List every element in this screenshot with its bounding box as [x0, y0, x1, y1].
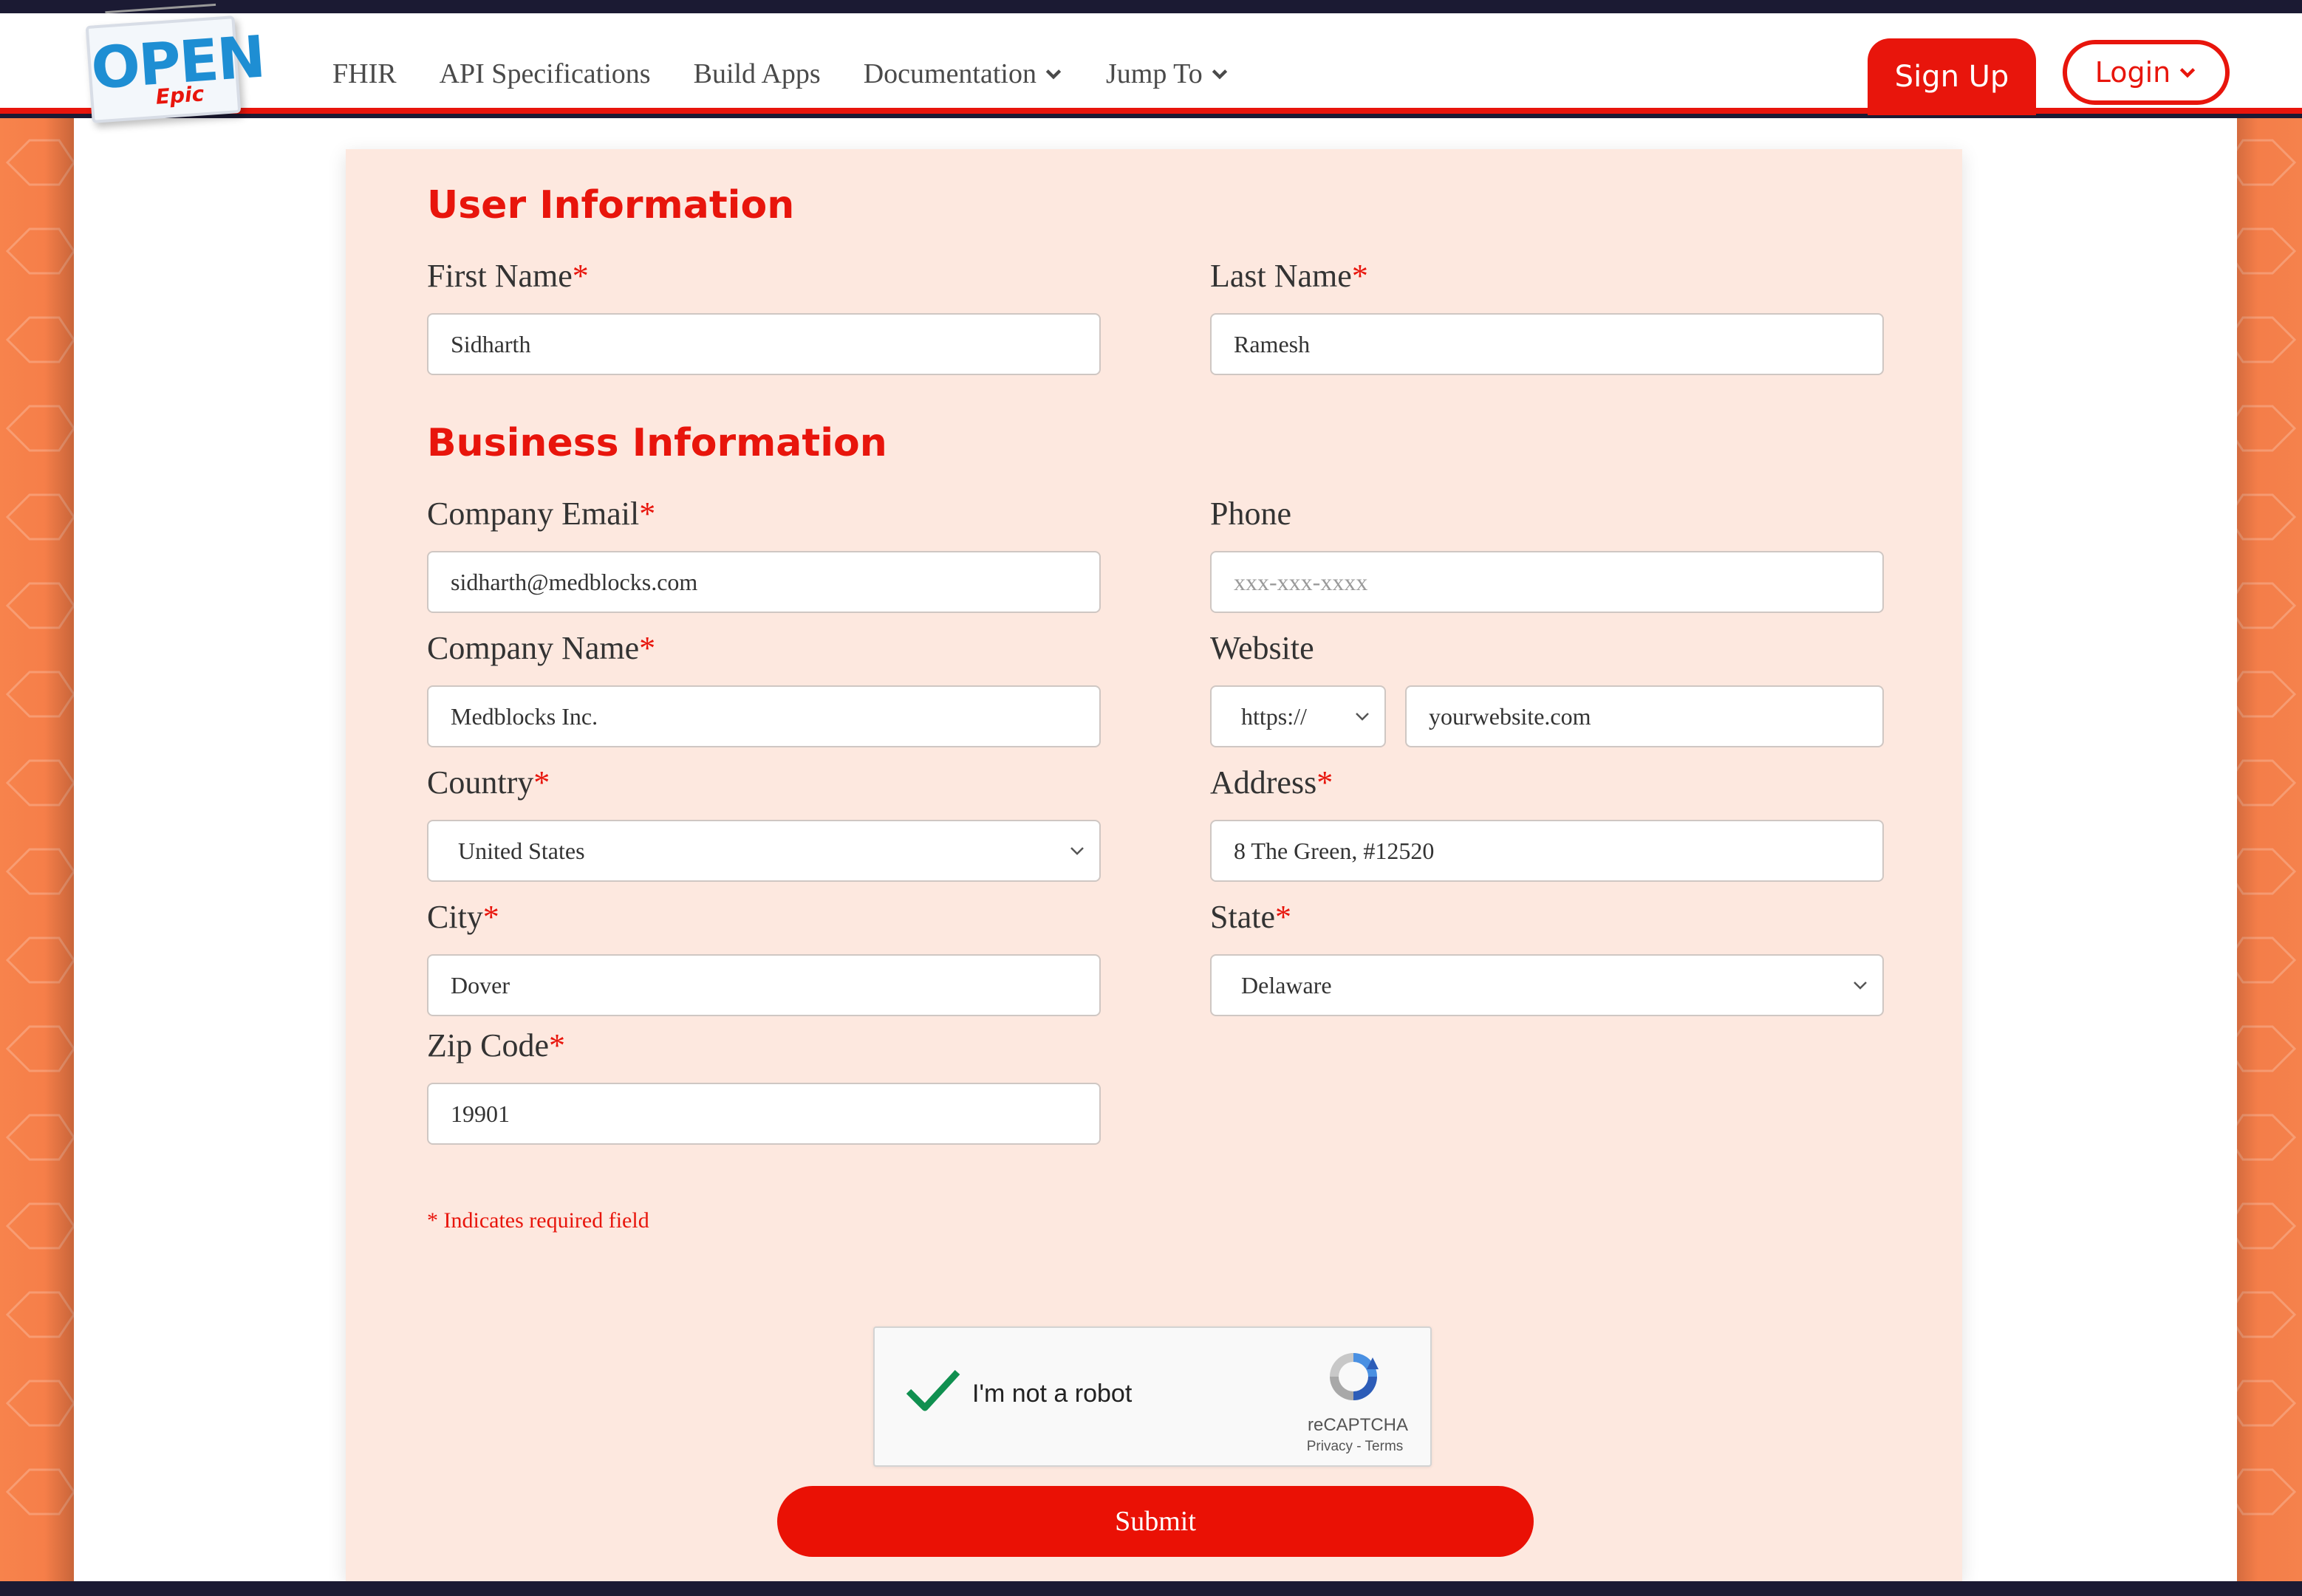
recaptcha-label: I'm not a robot	[972, 1380, 1133, 1408]
chevron-down-icon	[1356, 713, 1369, 721]
website-protocol-select[interactable]: https://	[1210, 685, 1386, 747]
nav-jump-to-label: Jump To	[1105, 58, 1203, 89]
shadow-left	[44, 118, 74, 1581]
nav-build-apps[interactable]: Build Apps	[694, 58, 821, 90]
checkmark-icon[interactable]	[904, 1368, 960, 1412]
submit-label: Submit	[1115, 1506, 1196, 1537]
signup-form-card: User Information First Name* Sidharth La…	[346, 149, 1962, 1581]
first-name-label: First Name*	[427, 258, 589, 294]
company-email-label: Company Email*	[427, 496, 656, 532]
company-email-input[interactable]: sidharth@medblocks.com	[427, 551, 1101, 613]
site-header: OPEN Epic FHIR API Specifications Build …	[0, 3, 2302, 123]
company-name-label: Company Name*	[427, 630, 656, 666]
state-label: State*	[1210, 899, 1291, 935]
required-field-note: * Indicates required field	[427, 1208, 649, 1233]
state-value: Delaware	[1241, 971, 1332, 999]
nav-api-specifications-label: API Specifications	[439, 58, 651, 89]
company-name-input[interactable]: Medblocks Inc.	[427, 685, 1101, 747]
chevron-down-icon	[1045, 69, 1062, 80]
nav-documentation[interactable]: Documentation	[864, 58, 1063, 90]
first-name-input[interactable]: Sidharth	[427, 313, 1101, 375]
country-value: United States	[458, 837, 585, 864]
recaptcha-brand: reCAPTCHA	[1308, 1415, 1409, 1435]
city-input[interactable]: Dover	[427, 954, 1101, 1016]
chevron-down-icon	[1854, 982, 1867, 990]
chevron-down-icon	[2180, 68, 2196, 78]
nav-fhir[interactable]: FHIR	[332, 58, 397, 90]
bottom-window-strip	[0, 1581, 2302, 1596]
open-epic-logo[interactable]: OPEN Epic	[85, 3, 266, 123]
submit-button[interactable]: Submit	[777, 1486, 1534, 1557]
state-select[interactable]: Delaware	[1210, 954, 1884, 1016]
main-nav: FHIR API Specifications Build Apps Docum…	[332, 58, 1229, 90]
nav-fhir-label: FHIR	[332, 58, 397, 89]
nav-documentation-label: Documentation	[863, 58, 1036, 89]
user-information-heading: User Information	[427, 183, 795, 227]
recaptcha-privacy-terms[interactable]: Privacy - Terms	[1296, 1439, 1414, 1455]
recaptcha-icon	[1330, 1353, 1379, 1400]
phone-label: Phone	[1210, 496, 1291, 532]
website-protocol-value: https://	[1241, 702, 1307, 730]
website-input[interactable]: yourwebsite.com	[1405, 685, 1884, 747]
address-label: Address*	[1210, 764, 1333, 801]
website-label: Website	[1210, 630, 1314, 666]
country-label: Country*	[427, 764, 550, 801]
login-button[interactable]: Login	[2063, 40, 2230, 105]
recaptcha-widget[interactable]: I'm not a robot reCAPTCHA Privacy - Term…	[873, 1326, 1432, 1467]
address-input[interactable]: 8 The Green, #12520	[1210, 820, 1884, 882]
sign-up-label: Sign Up	[1894, 60, 2009, 94]
zip-code-input[interactable]: 19901	[427, 1083, 1101, 1145]
business-information-heading: Business Information	[427, 421, 887, 465]
nav-jump-to[interactable]: Jump To	[1106, 58, 1229, 90]
sign-up-button[interactable]: Sign Up	[1868, 38, 2036, 115]
city-label: City*	[427, 899, 499, 935]
last-name-label: Last Name*	[1210, 258, 1368, 294]
nav-api-specifications[interactable]: API Specifications	[440, 58, 651, 90]
chevron-down-icon	[1070, 847, 1084, 855]
country-select[interactable]: United States	[427, 820, 1101, 882]
nav-build-apps-label: Build Apps	[693, 58, 821, 89]
last-name-input[interactable]: Ramesh	[1210, 313, 1884, 375]
top-window-strip	[0, 0, 2302, 13]
login-label: Login	[2094, 56, 2171, 89]
zip-code-label: Zip Code*	[427, 1027, 565, 1064]
chevron-down-icon	[1212, 69, 1227, 80]
phone-input[interactable]: xxx-xxx-xxxx	[1210, 551, 1884, 613]
